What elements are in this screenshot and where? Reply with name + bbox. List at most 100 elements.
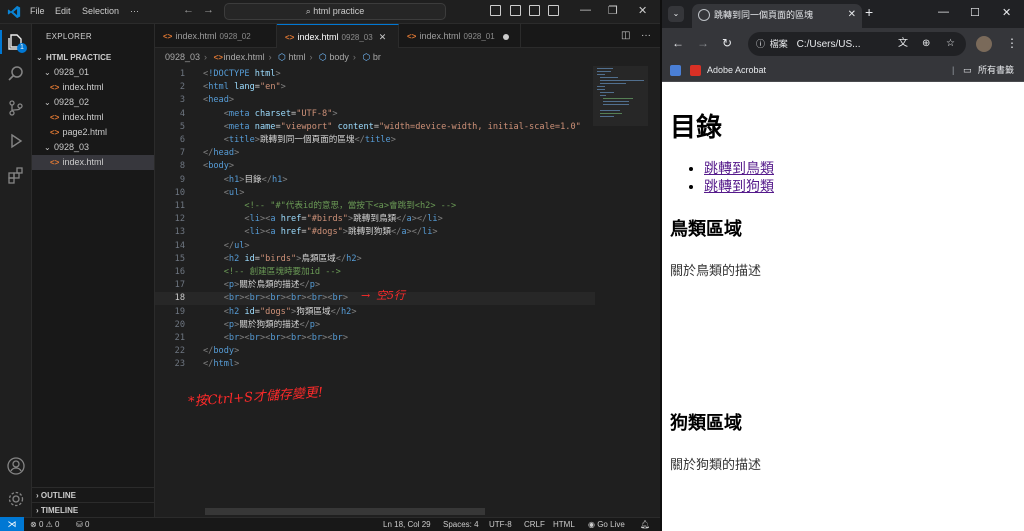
- close-window-icon[interactable]: ✕: [1002, 6, 1011, 19]
- run-debug-icon[interactable]: [6, 131, 26, 151]
- reload-icon[interactable]: ↻: [722, 36, 732, 50]
- minimize-icon[interactable]: —: [580, 4, 591, 16]
- chrome-menu-icon[interactable]: ⋮: [1006, 36, 1018, 50]
- language-mode[interactable]: HTML: [553, 518, 575, 531]
- code-line[interactable]: 5 <meta name="viewport" content="width=d…: [155, 121, 595, 134]
- minimize-icon[interactable]: —: [938, 6, 949, 18]
- code-line[interactable]: 17 <p>關於鳥類的描述</p>: [155, 279, 595, 292]
- tree-file[interactable]: <> page2.html: [32, 125, 154, 140]
- profile-avatar[interactable]: [976, 36, 992, 52]
- toggle-panel-icon[interactable]: [510, 5, 521, 16]
- account-icon[interactable]: [6, 456, 26, 476]
- indentation[interactable]: Spaces: 4: [443, 518, 479, 531]
- ports-status[interactable]: ⛁ 0: [76, 518, 89, 531]
- chrome-tab-active[interactable]: 跳轉到同一個頁面的區塊 ✕: [692, 4, 862, 28]
- remote-icon[interactable]: ⋊: [0, 517, 24, 531]
- address-bar[interactable]: ⓘ 檔案 C:/Users/US... 文 ⊕ ☆: [748, 32, 966, 56]
- code-line[interactable]: 7 </head>: [155, 147, 595, 160]
- breadcrumb-file[interactable]: index.html: [224, 52, 265, 62]
- toggle-secondary-sidebar-icon[interactable]: [529, 5, 540, 16]
- breadcrumb-body[interactable]: body: [329, 52, 349, 62]
- back-arrow-icon[interactable]: ←: [183, 4, 194, 16]
- tree-folder[interactable]: ⌄ 0928_03: [32, 140, 154, 155]
- problems-status[interactable]: ⊗ 0 ⚠ 0: [30, 518, 59, 531]
- project-header[interactable]: ⌄ HTML PRACTICE: [32, 50, 154, 65]
- code-line[interactable]: 6 <title>跳轉到同一個頁面的區塊</title>: [155, 134, 595, 147]
- code-line[interactable]: 15 <h2 id="birds">鳥類區域</h2>: [155, 253, 595, 266]
- code-line[interactable]: 2 <html lang="en">: [155, 81, 595, 94]
- all-bookmarks[interactable]: 所有書籤: [978, 60, 1014, 80]
- command-center-search[interactable]: ⌕ html practice: [224, 3, 446, 20]
- code-line[interactable]: 22 </body>: [155, 345, 595, 358]
- code-line[interactable]: 12 <li><a href="#birds">跳轉到鳥類</a></li>: [155, 213, 595, 226]
- code-line[interactable]: 4 <meta charset="UTF-8">: [155, 108, 595, 121]
- code-line[interactable]: 13 <li><a href="#dogs">跳轉到狗類</a></li>: [155, 226, 595, 239]
- line-ending[interactable]: CRLF: [524, 518, 545, 531]
- vertical-scrollbar[interactable]: [648, 66, 660, 506]
- outline-section[interactable]: › OUTLINE: [32, 487, 154, 502]
- code-line[interactable]: 21 <br><br><br><br><br><br>: [155, 332, 595, 345]
- code-editor[interactable]: 1 <!DOCTYPE html> 2 <html lang="en"> 3 <head>…: [155, 66, 595, 486]
- menu-selection[interactable]: Selection: [82, 6, 119, 16]
- search-view-icon[interactable]: [6, 64, 26, 84]
- forward-arrow-icon[interactable]: →: [697, 36, 709, 50]
- more-actions-icon[interactable]: ···: [641, 30, 651, 41]
- tree-file[interactable]: <> index.html: [32, 80, 154, 95]
- notifications-bell-icon[interactable]: 🔔︎: [640, 518, 650, 531]
- code-line[interactable]: 11 <!-- "#"代表id的意思，當按下<a>會跳到<h2> -->: [155, 200, 595, 213]
- menu-edit[interactable]: Edit: [55, 6, 71, 16]
- close-window-icon[interactable]: ✕: [638, 4, 647, 17]
- bookmark-star-icon[interactable]: ☆: [946, 32, 955, 56]
- minimap[interactable]: [593, 66, 648, 126]
- tab-index-0928_03[interactable]: <> index.html 0928_03 ✕: [277, 24, 399, 48]
- cursor-position[interactable]: Ln 18, Col 29: [383, 518, 431, 531]
- code-line[interactable]: 3 <head>: [155, 94, 595, 107]
- breadcrumb-br[interactable]: br: [373, 52, 381, 62]
- zoom-icon[interactable]: ⊕: [922, 32, 930, 56]
- code-line[interactable]: 23 </html>: [155, 358, 595, 371]
- customize-layout-icon[interactable]: [548, 5, 559, 16]
- split-editor-icon[interactable]: ◫: [621, 30, 630, 41]
- maximize-icon[interactable]: ☐: [970, 6, 980, 19]
- timeline-section[interactable]: › TIMELINE: [32, 502, 154, 517]
- code-line[interactable]: 18 <br><br><br><br><br><br>: [155, 292, 595, 306]
- explorer-icon[interactable]: 1: [6, 32, 27, 53]
- bookmark-adobe-acrobat[interactable]: Adobe Acrobat: [707, 60, 766, 80]
- code-line[interactable]: 10 <ul>: [155, 187, 595, 200]
- tree-folder[interactable]: ⌄ 0928_01: [32, 65, 154, 80]
- close-tab-icon[interactable]: ✕: [379, 32, 387, 42]
- back-arrow-icon[interactable]: ←: [672, 36, 684, 50]
- horizontal-scrollbar[interactable]: [205, 508, 485, 515]
- code-line[interactable]: 20 <p>關於狗類的描述</p>: [155, 319, 595, 332]
- link-dogs[interactable]: 跳轉到狗類: [704, 179, 774, 195]
- breadcrumb-folder[interactable]: 0928_03: [165, 52, 200, 62]
- restore-icon[interactable]: ❐: [608, 4, 618, 17]
- manage-gear-icon[interactable]: [6, 489, 26, 509]
- menu-more-icon[interactable]: ···: [130, 6, 139, 16]
- tree-file[interactable]: <> index.html: [32, 110, 154, 125]
- tree-folder[interactable]: ⌄ 0928_02: [32, 95, 154, 110]
- code-line[interactable]: 1 <!DOCTYPE html>: [155, 68, 595, 81]
- translate-icon[interactable]: 文: [898, 32, 908, 56]
- extensions-icon[interactable]: [6, 165, 26, 185]
- tab-index-0928_02[interactable]: <> index.html 0928_02: [155, 24, 277, 48]
- code-line[interactable]: 16 <!-- 創建區塊時要加id -->: [155, 266, 595, 279]
- code-line[interactable]: 14 </ul>: [155, 240, 595, 253]
- menu-file[interactable]: File: [30, 6, 45, 16]
- go-live-button[interactable]: ◉ Go Live: [588, 518, 625, 531]
- tab-index-0928_01[interactable]: <> index.html 0928_01: [399, 24, 521, 48]
- encoding[interactable]: UTF-8: [489, 518, 512, 531]
- toggle-sidebar-icon[interactable]: [490, 5, 501, 16]
- breadcrumb-html[interactable]: html: [288, 52, 305, 62]
- tab-search-icon[interactable]: ⌄: [668, 6, 684, 22]
- forward-arrow-icon[interactable]: →: [203, 4, 214, 16]
- code-line[interactable]: 19 <h2 id="dogs">狗類區域</h2>: [155, 306, 595, 319]
- close-tab-icon[interactable]: ✕: [848, 4, 856, 26]
- code-line[interactable]: 8 <body>: [155, 160, 595, 173]
- source-control-icon[interactable]: [6, 98, 26, 118]
- code-line[interactable]: 9 <h1>目錄</h1>: [155, 174, 595, 187]
- link-birds[interactable]: 跳轉到鳥類: [704, 161, 774, 177]
- tree-file-selected[interactable]: <> index.html: [32, 155, 154, 170]
- apps-icon[interactable]: [670, 65, 681, 76]
- new-tab-button[interactable]: +: [865, 4, 873, 20]
